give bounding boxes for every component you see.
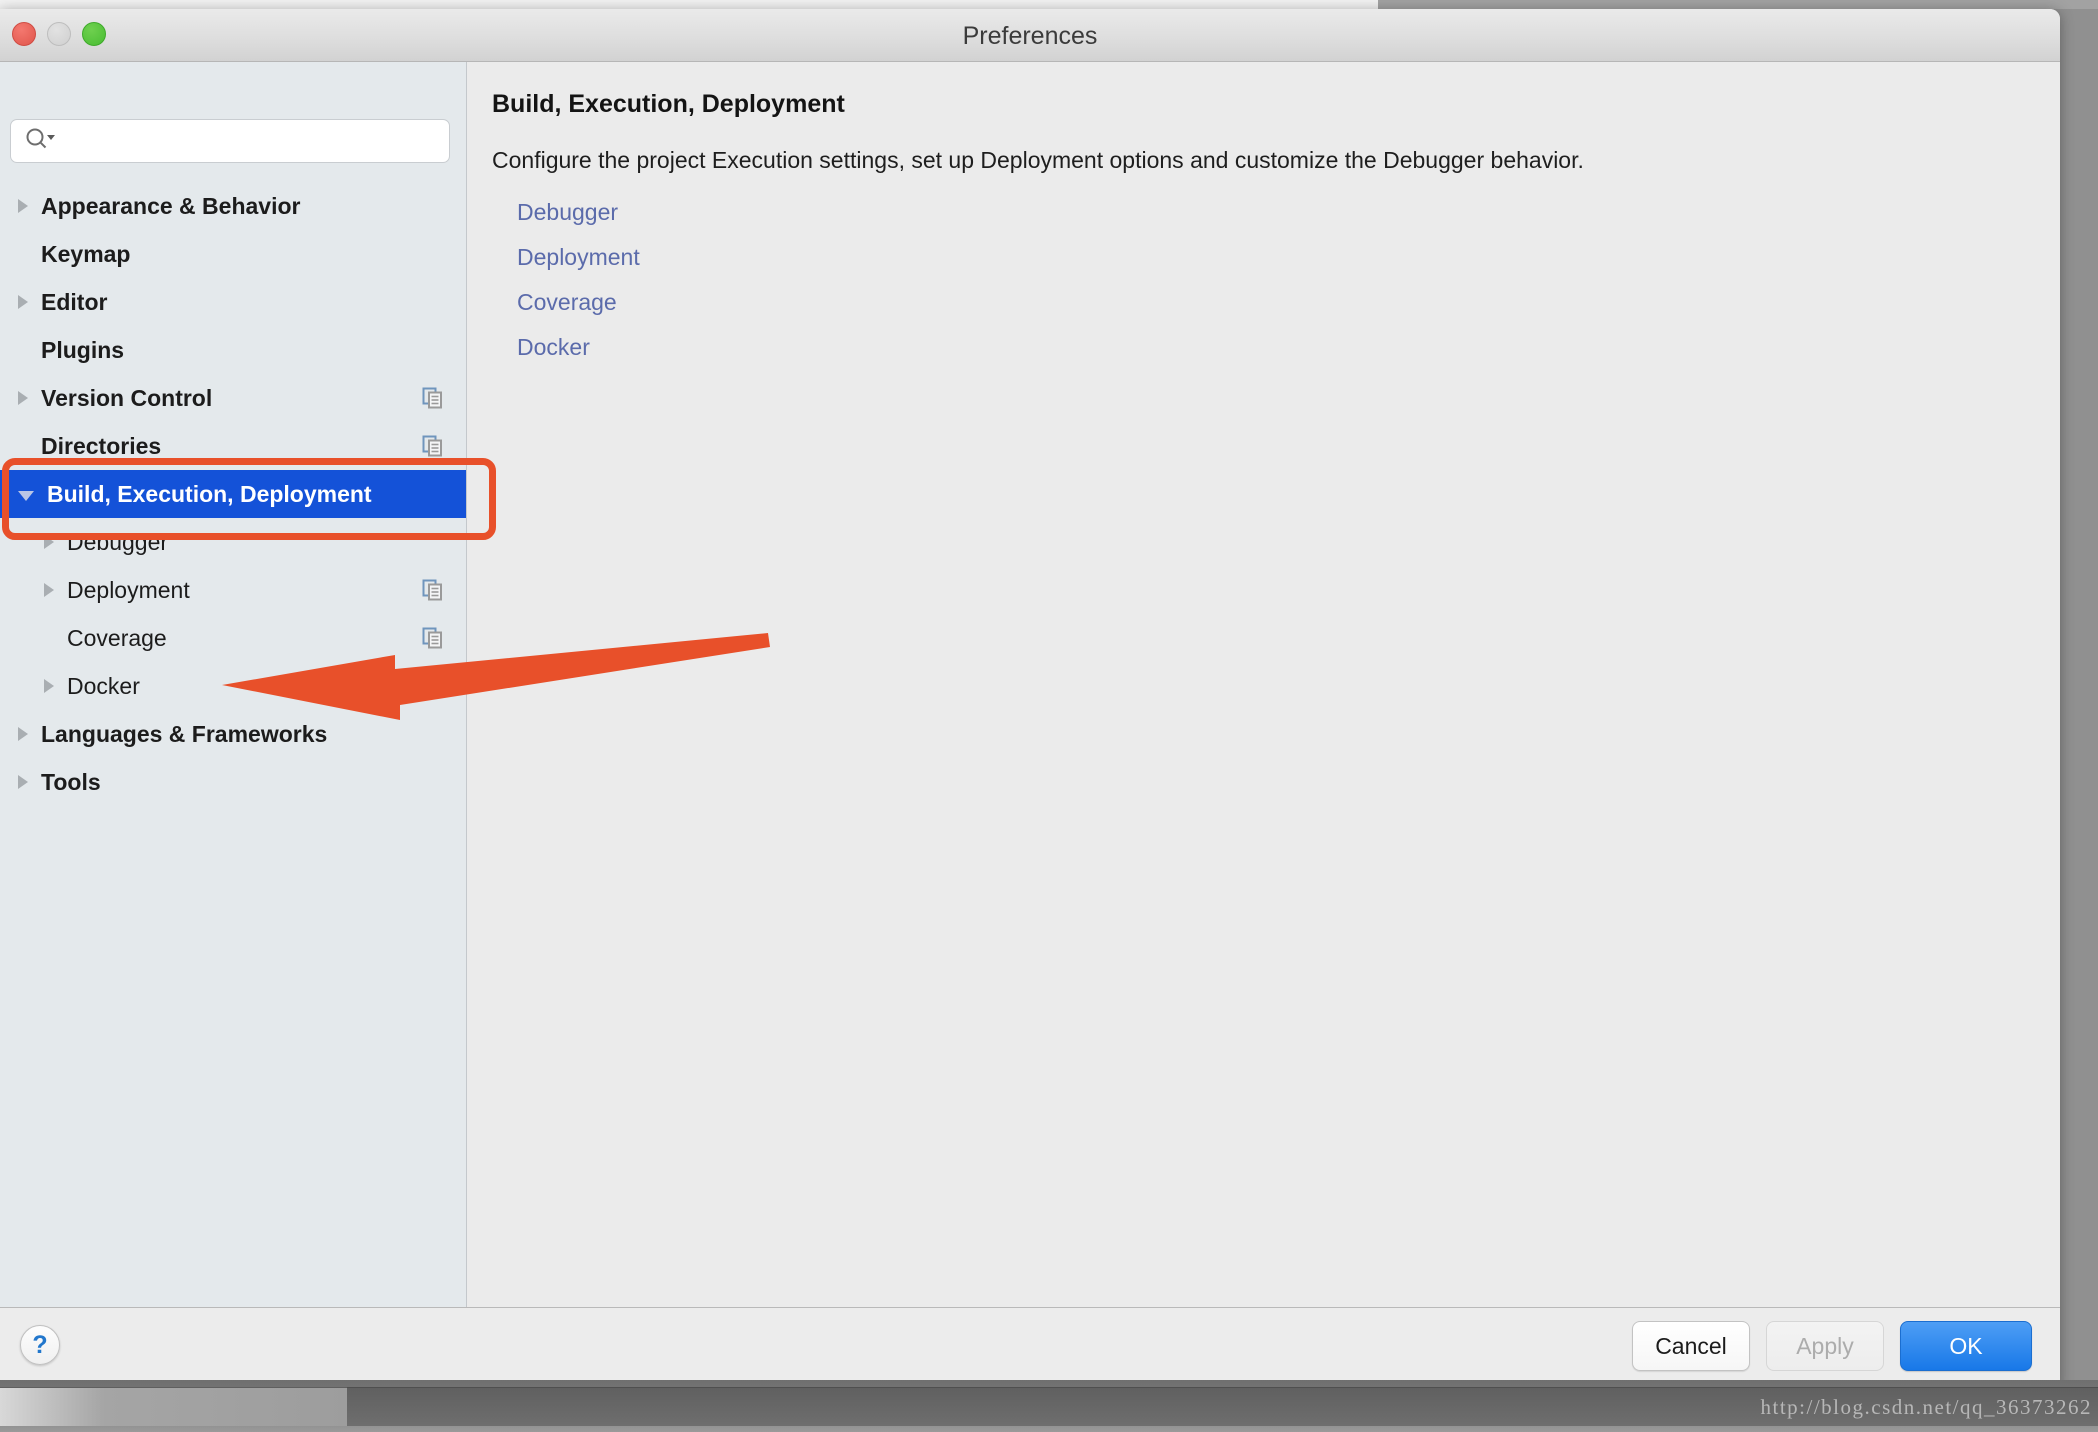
copy-settings-icon[interactable] — [422, 627, 444, 654]
chevron-right-icon[interactable] — [44, 535, 54, 549]
window-titlebar: Preferences — [0, 9, 2060, 62]
sidebar-item-coverage[interactable]: Coverage — [0, 614, 466, 662]
detail-link-deployment[interactable]: Deployment — [517, 242, 640, 272]
sidebar-item-label: Languages & Frameworks — [41, 720, 328, 747]
desktop-top-strip-right — [1378, 0, 2098, 9]
watermark-text: http://blog.csdn.net/qq_36373262 — [1760, 1395, 2092, 1419]
preferences-sidebar: Appearance & Behavior Keymap Editor Plugins… — [0, 62, 770, 1307]
detail-link-docker[interactable]: Docker — [517, 332, 590, 362]
search-icon[interactable] — [24, 127, 56, 156]
sidebar-item-label: Coverage — [67, 624, 167, 651]
sidebar-item-label: Keymap — [41, 240, 131, 267]
sidebar-item-label: Editor — [41, 288, 108, 315]
sidebar-item-directories[interactable]: Directories — [0, 422, 466, 470]
desktop-top-strip — [0, 0, 1378, 9]
sidebar-item-keymap[interactable]: Keymap — [0, 230, 466, 278]
sidebar-item-label: Plugins — [41, 336, 125, 363]
sidebar-item-label: Deployment — [67, 576, 190, 603]
preferences-body: Appearance & Behavior Keymap Editor Plugins… — [0, 62, 2060, 1307]
sidebar-item-docker[interactable]: Docker — [0, 662, 466, 710]
search-input[interactable] — [64, 128, 438, 154]
window-title: Preferences — [962, 22, 1098, 50]
sidebar-item-label: Docker — [67, 672, 140, 699]
sidebar-item-tools[interactable]: Tools — [0, 758, 466, 806]
chevron-right-icon[interactable] — [18, 391, 28, 405]
cancel-button[interactable]: Cancel — [1632, 1321, 1750, 1371]
page-title: Build, Execution, Deployment — [492, 90, 845, 118]
sidebar-item-plugins[interactable]: Plugins — [0, 326, 466, 374]
search-box[interactable] — [10, 119, 450, 163]
chevron-right-icon[interactable] — [18, 727, 28, 741]
sidebar-item-appearance-behavior[interactable]: Appearance & Behavior — [0, 182, 466, 230]
search-field-wrapper — [10, 119, 450, 163]
settings-tree: Appearance & Behavior Keymap Editor Plugins… — [0, 182, 466, 806]
sidebar-item-label: Debugger — [67, 528, 169, 555]
sidebar-item-debugger[interactable]: Debugger — [0, 518, 466, 566]
chevron-down-icon[interactable] — [18, 490, 34, 501]
sidebar-item-languages-frameworks[interactable]: Languages & Frameworks — [0, 710, 466, 758]
ok-button[interactable]: OK — [1900, 1321, 2032, 1371]
apply-button: Apply — [1766, 1321, 1884, 1371]
sidebar-item-deployment[interactable]: Deployment — [0, 566, 466, 614]
detail-link-debugger[interactable]: Debugger — [517, 197, 618, 227]
detail-link-coverage[interactable]: Coverage — [517, 287, 617, 317]
chevron-right-icon[interactable] — [18, 295, 28, 309]
dialog-footer: ? Cancel Apply OK — [0, 1307, 2060, 1389]
sidebar-item-label: Appearance & Behavior — [41, 192, 301, 219]
statusbar-segment-left — [0, 1387, 347, 1426]
sidebar-item-build-execution-deployment[interactable]: Build, Execution, Deployment — [0, 470, 466, 518]
help-button[interactable]: ? — [20, 1325, 60, 1365]
desktop-statusbar: http://blog.csdn.net/qq_36373262 — [0, 1380, 2098, 1432]
chevron-right-icon[interactable] — [44, 583, 54, 597]
preferences-window: Preferences Appearance & Behavior Keymap… — [0, 9, 2060, 1389]
page-link-list: Debugger Deployment Coverage Docker — [517, 197, 640, 377]
copy-settings-icon[interactable] — [422, 435, 444, 462]
sidebar-item-label: Directories — [41, 432, 162, 459]
sidebar-item-label: Version Control — [41, 384, 213, 411]
chevron-right-icon[interactable] — [18, 775, 28, 789]
sidebar-item-label: Tools — [41, 768, 101, 795]
footer-button-group: Cancel Apply OK — [1632, 1321, 2032, 1371]
sidebar-item-label: Build, Execution, Deployment — [47, 480, 372, 507]
sidebar-item-editor[interactable]: Editor — [0, 278, 466, 326]
chevron-right-icon[interactable] — [18, 199, 28, 213]
copy-settings-icon[interactable] — [422, 387, 444, 414]
page-description: Configure the project Execution settings… — [492, 147, 1584, 173]
preferences-detail-panel: Build, Execution, Deployment Configure t… — [467, 62, 2060, 1307]
copy-settings-icon[interactable] — [422, 579, 444, 606]
chevron-right-icon[interactable] — [44, 679, 54, 693]
sidebar-item-version-control[interactable]: Version Control — [0, 374, 466, 422]
